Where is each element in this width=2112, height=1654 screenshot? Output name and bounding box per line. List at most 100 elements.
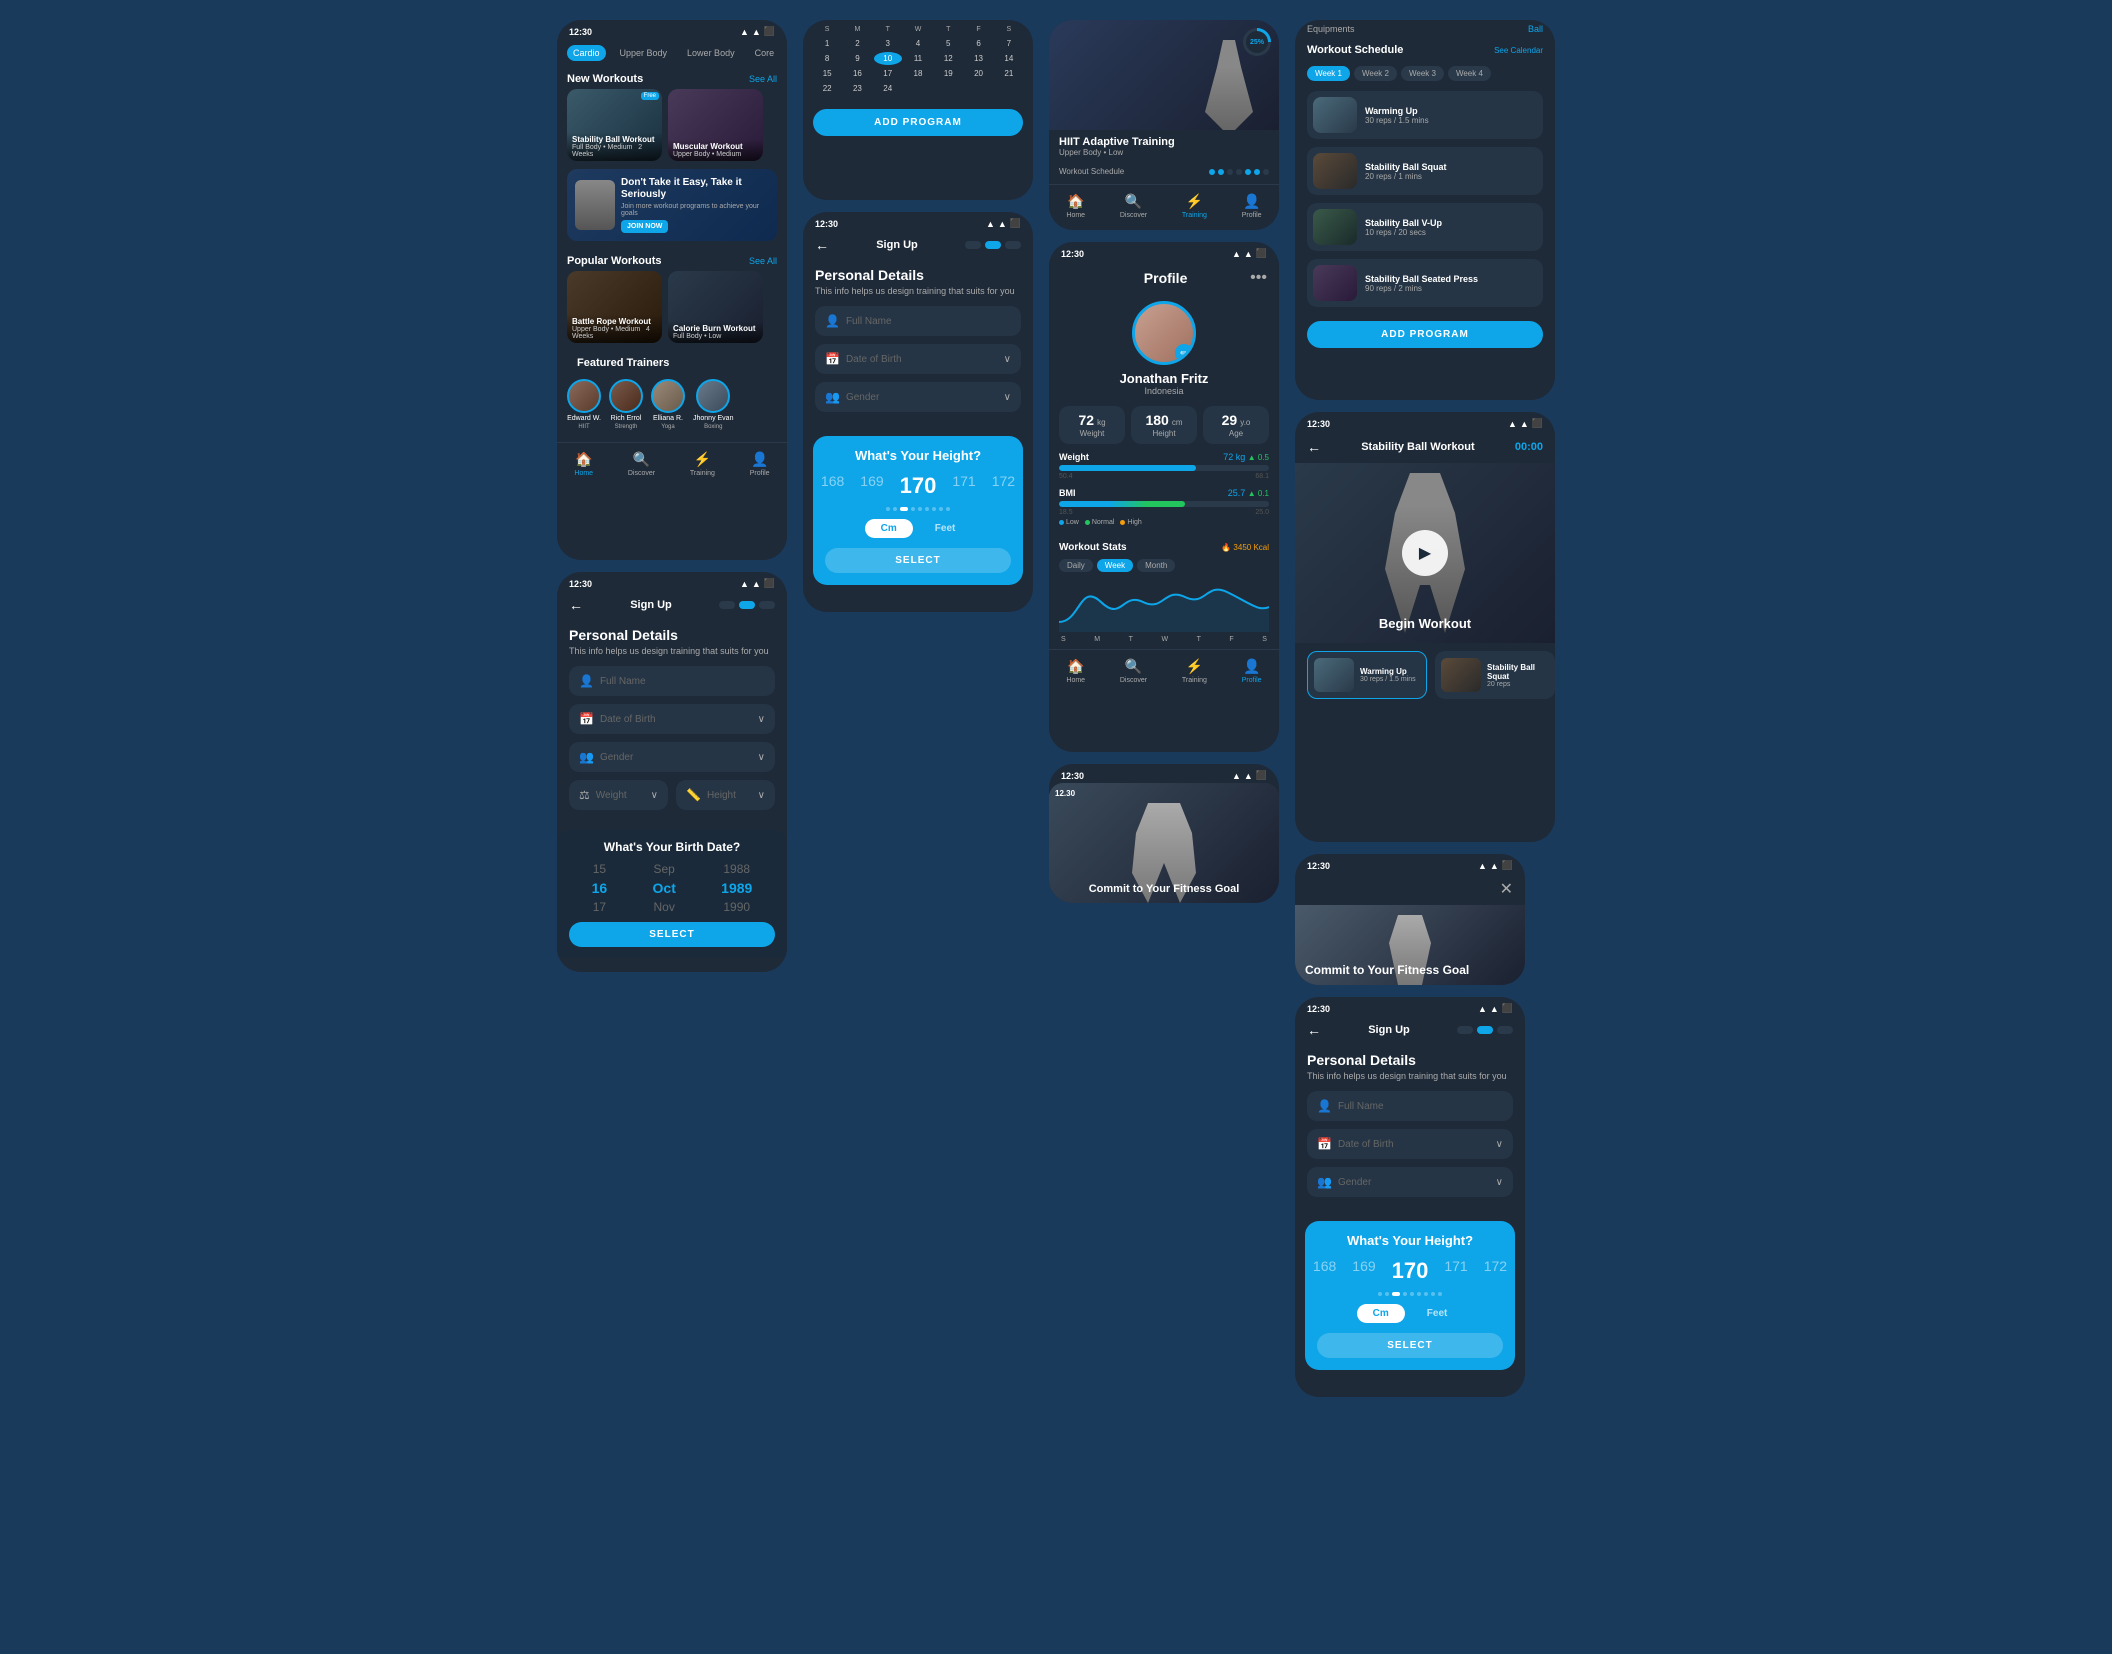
play-button[interactable]: ▶ <box>1402 530 1448 576</box>
profile-nav-training[interactable]: ⚡ Training <box>1182 658 1207 684</box>
cal-day-7[interactable]: 7 <box>995 37 1023 50</box>
see-calendar-link[interactable]: See Calendar <box>1494 46 1543 55</box>
cal-day-10[interactable]: 10 <box>874 52 902 65</box>
signup-bl-back[interactable]: ← <box>569 597 583 613</box>
modal-close-button[interactable]: ✕ <box>1500 879 1513 899</box>
promo-join-button[interactable]: JOIN NOW <box>621 220 668 233</box>
birthdate-select-button[interactable]: SELECT <box>569 922 775 947</box>
cal-day-14[interactable]: 14 <box>995 52 1023 65</box>
schedule-item-0[interactable]: Warming Up 30 reps / 1.5 mins <box>1307 91 1543 139</box>
trainers-section: Featured Trainers Edward W. HIIT Rich Er… <box>557 351 787 436</box>
cal-day-5[interactable]: 5 <box>934 37 962 50</box>
cal-day-11[interactable]: 11 <box>904 52 932 65</box>
unit-feet-btn-br[interactable]: Feet <box>1411 1304 1464 1323</box>
cal-day-9[interactable]: 9 <box>843 52 871 65</box>
playlist-item-1[interactable]: Stability Ball Squat 20 reps <box>1435 651 1555 699</box>
profile-options-icon[interactable]: ••• <box>1250 269 1267 287</box>
unit-cm-btn-br[interactable]: Cm <box>1357 1304 1405 1323</box>
cal-day-1[interactable]: 1 <box>813 37 841 50</box>
unit-feet-btn[interactable]: Feet <box>919 519 972 538</box>
popular-card-calorie[interactable]: Calorie Burn Workout Full Body • Low <box>668 271 763 343</box>
field-dob-bl[interactable]: 📅 Date of Birth ∨ <box>569 704 775 734</box>
trainer-item-1[interactable]: Rich Errol Strength <box>609 379 643 430</box>
schedule-item-1[interactable]: Stability Ball Squat 20 reps / 1 mins <box>1307 147 1543 195</box>
cal-day-16[interactable]: 16 <box>843 67 871 80</box>
height-select-button[interactable]: SELECT <box>825 548 1011 573</box>
trainer-item-3[interactable]: Jhonny Evan Boxing <box>693 379 733 430</box>
field-gender-top[interactable]: 👥 Gender ∨ <box>815 382 1021 412</box>
signup-br-back[interactable]: ← <box>1307 1022 1321 1038</box>
profile-nav-icon: 👤 <box>751 451 768 468</box>
profile-nav-discover[interactable]: 🔍 Discover <box>1120 658 1147 684</box>
schedule-item-3[interactable]: Stability Ball Seated Press 90 reps / 2 … <box>1307 259 1543 307</box>
cal-day-3[interactable]: 3 <box>874 37 902 50</box>
cal-day-12[interactable]: 12 <box>934 52 962 65</box>
cal-day-22[interactable]: 22 <box>813 82 841 95</box>
cal-day-6[interactable]: 6 <box>964 37 992 50</box>
field-gender-bl[interactable]: 👥 Gender ∨ <box>569 742 775 772</box>
hiit-nav-home[interactable]: 🏠 Home <box>1066 193 1085 219</box>
schedule-item-2[interactable]: Stability Ball V-Up 10 reps / 20 secs <box>1307 203 1543 251</box>
cat-tab-lower[interactable]: Lower Body <box>681 45 741 61</box>
trainer-item-0[interactable]: Edward W. HIIT <box>567 379 601 430</box>
nav-training[interactable]: ⚡ Training <box>690 451 715 477</box>
field-height-bl[interactable]: 📏 Height ∨ <box>676 780 775 810</box>
workout-card-sub: Full Body • Medium 2 Weeks <box>572 144 657 158</box>
modal-close-bar: ✕ <box>1295 873 1525 905</box>
cat-tab-upper[interactable]: Upper Body <box>614 45 674 61</box>
hiit-nav-discover[interactable]: 🔍 Discover <box>1120 193 1147 219</box>
add-program-button[interactable]: ADD PROGRAM <box>813 109 1023 136</box>
field-fn-br[interactable]: 👤 Full Name <box>1307 1091 1513 1121</box>
ws-tab-week[interactable]: Week <box>1097 559 1133 572</box>
cal-day-17[interactable]: 17 <box>874 67 902 80</box>
nav-profile[interactable]: 👤 Profile <box>750 451 770 477</box>
cal-day-23[interactable]: 23 <box>843 82 871 95</box>
cal-day-4[interactable]: 4 <box>904 37 932 50</box>
week-tab-1[interactable]: Week 1 <box>1307 66 1350 81</box>
week-tab-2[interactable]: Week 2 <box>1354 66 1397 81</box>
popular-see-all[interactable]: See All <box>749 256 777 266</box>
cal-day-21[interactable]: 21 <box>995 67 1023 80</box>
profile-nav-home[interactable]: 🏠 Home <box>1066 658 1085 684</box>
workout-card-stability[interactable]: Free Stability Ball Workout Full Body • … <box>567 89 662 161</box>
week-tab-3[interactable]: Week 3 <box>1401 66 1444 81</box>
age-label: Age <box>1209 429 1263 438</box>
player-back-button[interactable]: ← <box>1307 439 1321 455</box>
ws-tab-daily[interactable]: Daily <box>1059 559 1093 572</box>
workout-card-muscular[interactable]: Muscular Workout Upper Body • Medium <box>668 89 763 161</box>
height-select-btn-br[interactable]: SELECT <box>1317 1333 1503 1358</box>
cal-day-20[interactable]: 20 <box>964 67 992 80</box>
field-fullname-top[interactable]: 👤 Full Name <box>815 306 1021 336</box>
hiit-nav-profile[interactable]: 👤 Profile <box>1242 193 1262 219</box>
cat-tab-cardio[interactable]: Cardio <box>567 45 606 61</box>
unit-cm-btn[interactable]: Cm <box>865 519 913 538</box>
schedule-add-button[interactable]: ADD PROGRAM <box>1307 321 1543 348</box>
week-tab-4[interactable]: Week 4 <box>1448 66 1491 81</box>
cat-tab-core[interactable]: Core <box>749 45 781 61</box>
avatar-edit-icon[interactable]: ✏ <box>1175 344 1193 362</box>
trainer-item-2[interactable]: Elliana R. Yoga <box>651 379 685 430</box>
playlist-item-0[interactable]: Warming Up 30 reps / 1.5 mins <box>1307 651 1427 699</box>
nav-discover[interactable]: 🔍 Discover <box>628 451 655 477</box>
field-weight-bl[interactable]: ⚖ Weight ∨ <box>569 780 668 810</box>
equip-val: Ball <box>1528 24 1543 34</box>
field-fullname-bl[interactable]: 👤 Full Name <box>569 666 775 696</box>
cal-day-13[interactable]: 13 <box>964 52 992 65</box>
cal-day-19[interactable]: 19 <box>934 67 962 80</box>
new-workouts-see-all[interactable]: See All <box>749 74 777 84</box>
field-dob-br[interactable]: 📅 Date of Birth ∨ <box>1307 1129 1513 1159</box>
cal-day-8[interactable]: 8 <box>813 52 841 65</box>
cal-day-2[interactable]: 2 <box>843 37 871 50</box>
popular-card-rope[interactable]: Battle Rope Workout Upper Body • Medium … <box>567 271 662 343</box>
signup-top-back[interactable]: ← <box>815 237 829 253</box>
ws-tab-month[interactable]: Month <box>1137 559 1175 572</box>
cal-day-15[interactable]: 15 <box>813 67 841 80</box>
cal-day-18[interactable]: 18 <box>904 67 932 80</box>
field-gender-br[interactable]: 👥 Gender ∨ <box>1307 1167 1513 1197</box>
cal-day-24[interactable]: 24 <box>874 82 902 95</box>
hiit-nav-training[interactable]: ⚡ Training <box>1182 193 1207 219</box>
field-dob-top[interactable]: 📅 Date of Birth ∨ <box>815 344 1021 374</box>
nav-home[interactable]: 🏠 Home <box>574 451 593 477</box>
profile-nav-profile[interactable]: 👤 Profile <box>1242 658 1262 684</box>
status-time-player: 12:30 <box>1307 419 1330 429</box>
